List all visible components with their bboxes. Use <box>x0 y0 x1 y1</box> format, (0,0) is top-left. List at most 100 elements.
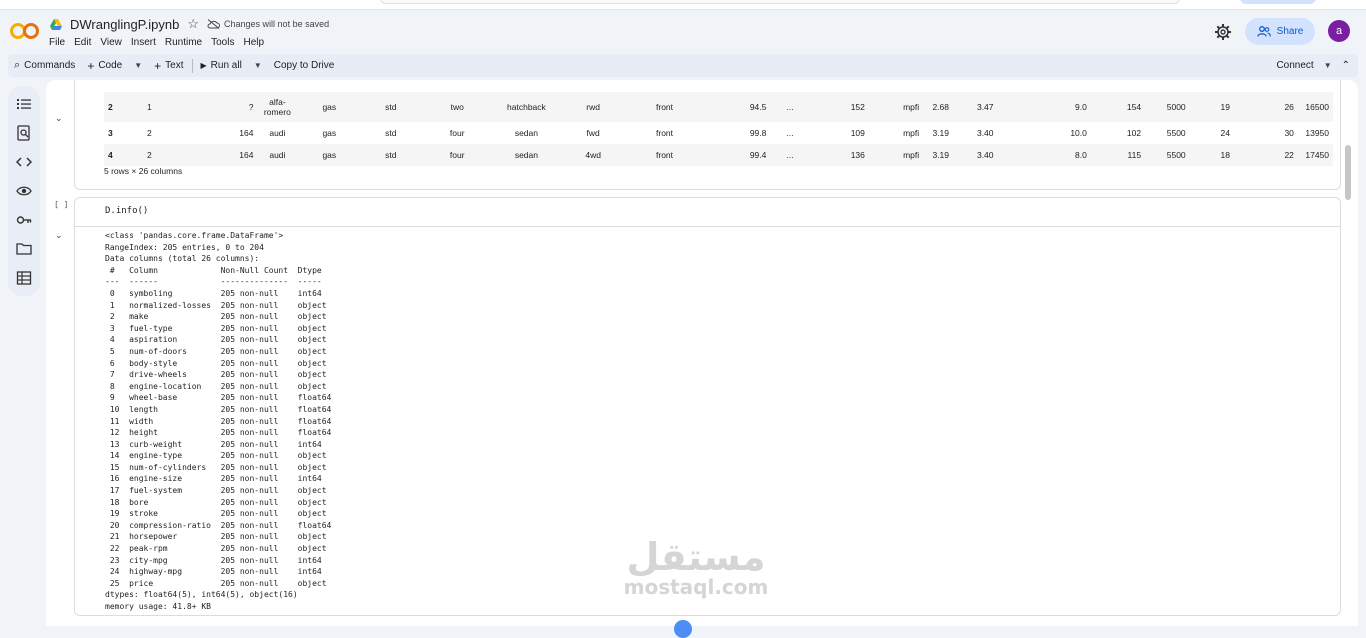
table-cell: 99.8 <box>749 128 767 138</box>
table-cell: 5500 <box>1166 128 1186 138</box>
add-text-button[interactable]: + Text <box>148 54 189 77</box>
table-cell: 115 <box>1090 144 1146 166</box>
table-cell: 3.47 <box>953 92 998 122</box>
menu-bar: File Edit View Insert Runtime Tools Help <box>49 37 264 48</box>
star-icon[interactable]: ☆ <box>187 16 199 32</box>
row-index: 3 <box>108 128 113 138</box>
chevron-down-icon[interactable]: ▼ <box>1324 61 1332 70</box>
code-snippets-icon[interactable] <box>16 154 32 170</box>
table-cell: 5000 <box>1145 92 1190 122</box>
table-cell: ? <box>169 92 258 122</box>
address-bar[interactable] <box>380 0 1180 4</box>
toolbar-divider <box>191 58 193 73</box>
table-cell: two <box>420 92 495 122</box>
table-cell: alfa-romero <box>257 92 298 122</box>
collapse-output-icon[interactable]: ⌄ <box>55 113 63 124</box>
run-all-button[interactable]: ▶ Run all ▼ <box>195 54 268 77</box>
table-of-contents-icon[interactable] <box>16 96 32 112</box>
plus-icon: + <box>154 58 162 73</box>
copy-to-drive-button[interactable]: Copy to Drive <box>268 54 341 77</box>
table-cell: 2.68 <box>923 92 953 122</box>
menu-file[interactable]: File <box>49 37 65 48</box>
avatar[interactable]: a <box>1328 20 1350 42</box>
settings-gear-icon[interactable] <box>1214 23 1232 41</box>
find-icon[interactable] <box>16 125 32 141</box>
data-table-icon[interactable] <box>16 270 32 286</box>
table-cell: 2 <box>147 128 152 138</box>
table-cell: front <box>627 92 702 122</box>
commands-button[interactable]: ⌕ Commands <box>8 54 81 77</box>
row-index: 4 <box>104 144 130 166</box>
files-folder-icon[interactable] <box>16 241 32 257</box>
table-cell: 3.19 <box>932 128 949 138</box>
notebook-title[interactable]: DWranglingP.ipynb <box>70 17 179 32</box>
watermark-latin: mostaql.com <box>623 575 769 599</box>
browser-top-strip <box>0 0 1366 10</box>
dataframe-table: 2 1 ? alfa-romero gas std two hatchback … <box>104 92 1333 166</box>
table-cell: gas <box>297 92 362 122</box>
table-cell: 3.40 <box>976 128 994 138</box>
cloud-off-icon <box>207 19 221 29</box>
table-cell: mpfi <box>868 92 924 122</box>
table-cell: ... <box>786 128 794 138</box>
table-cell: std <box>361 144 421 166</box>
table-cell: 26 <box>1234 92 1298 122</box>
menu-view[interactable]: View <box>100 37 122 48</box>
collapse-header-icon[interactable]: ⌃ <box>1342 60 1350 71</box>
table-cell: 99.4 <box>701 144 771 166</box>
table-cell: 13950 <box>1305 128 1329 138</box>
chevron-down-icon[interactable]: ▼ <box>254 61 262 70</box>
code-label: Code <box>98 60 123 71</box>
cell-run-button[interactable]: [ ] <box>54 200 68 209</box>
table-cell: 164 <box>169 144 258 166</box>
variables-icon[interactable] <box>16 183 32 199</box>
notebook-toolbar: ⌕ Commands + Code ▼ + Text ▶ Run all ▼ C… <box>8 54 1358 77</box>
table-row: 4 2 164 audi gas std four sedan 4wd fron… <box>104 144 1333 166</box>
code-cell[interactable]: D.info() <box>74 197 1341 227</box>
table-cell: 1 <box>129 92 170 122</box>
save-status: Changes will not be saved <box>207 19 329 29</box>
table-cell: audi <box>269 128 286 138</box>
copy-to-drive-label: Copy to Drive <box>273 60 335 71</box>
share-button[interactable]: Share <box>1245 18 1315 45</box>
table-row: 2 1 ? alfa-romero gas std two hatchback … <box>104 92 1333 122</box>
info-output-text: <class 'pandas.core.frame.DataFrame'> Ra… <box>105 231 332 611</box>
table-cell: hatchback <box>494 92 559 122</box>
table-cell: 5500 <box>1145 144 1190 166</box>
top-right-pill[interactable] <box>1240 0 1316 4</box>
table-cell: 16500 <box>1297 92 1333 122</box>
connect-button[interactable]: Connect <box>1276 60 1313 71</box>
save-status-text: Changes will not be saved <box>224 19 330 29</box>
title-row: DWranglingP.ipynb ☆ Changes will not be … <box>50 16 329 32</box>
colab-header: DWranglingP.ipynb ☆ Changes will not be … <box>0 10 1366 52</box>
table-cell: mpfi <box>868 144 924 166</box>
table-cell: mpfi <box>903 128 920 138</box>
menu-insert[interactable]: Insert <box>131 37 156 48</box>
secrets-key-icon[interactable] <box>16 212 32 228</box>
text-label: Text <box>165 60 184 71</box>
add-code-button[interactable]: + Code ▼ <box>81 54 148 77</box>
table-cell: std <box>385 128 397 138</box>
table-cell: 3.19 <box>923 144 953 166</box>
watermark: مستقل mostaql.com <box>606 535 786 599</box>
code-editor[interactable]: D.info() <box>105 206 148 216</box>
run-all-label: Run all <box>210 60 242 71</box>
scrollbar[interactable] <box>1345 145 1351 200</box>
menu-runtime[interactable]: Runtime <box>165 37 202 48</box>
colab-logo-icon[interactable] <box>10 21 40 41</box>
table-cell: ... <box>770 92 810 122</box>
chevron-down-icon[interactable]: ▼ <box>134 61 142 70</box>
menu-tools[interactable]: Tools <box>211 37 234 48</box>
menu-help[interactable]: Help <box>243 37 264 48</box>
table-cell: 17450 <box>1297 144 1333 166</box>
table-cell: sedan <box>494 144 559 166</box>
table-cell: ... <box>770 144 810 166</box>
people-icon <box>1256 26 1271 37</box>
menu-edit[interactable]: Edit <box>74 37 91 48</box>
watermark-arabic: مستقل <box>626 535 766 579</box>
table-cell: sedan <box>514 128 538 138</box>
table-row: 3 2 164 audi gas std four sedan fwd fron… <box>104 122 1333 144</box>
floating-indicator[interactable] <box>674 620 692 638</box>
collapse-output-icon[interactable]: ⌄ <box>55 230 63 241</box>
table-cell: front <box>627 144 702 166</box>
